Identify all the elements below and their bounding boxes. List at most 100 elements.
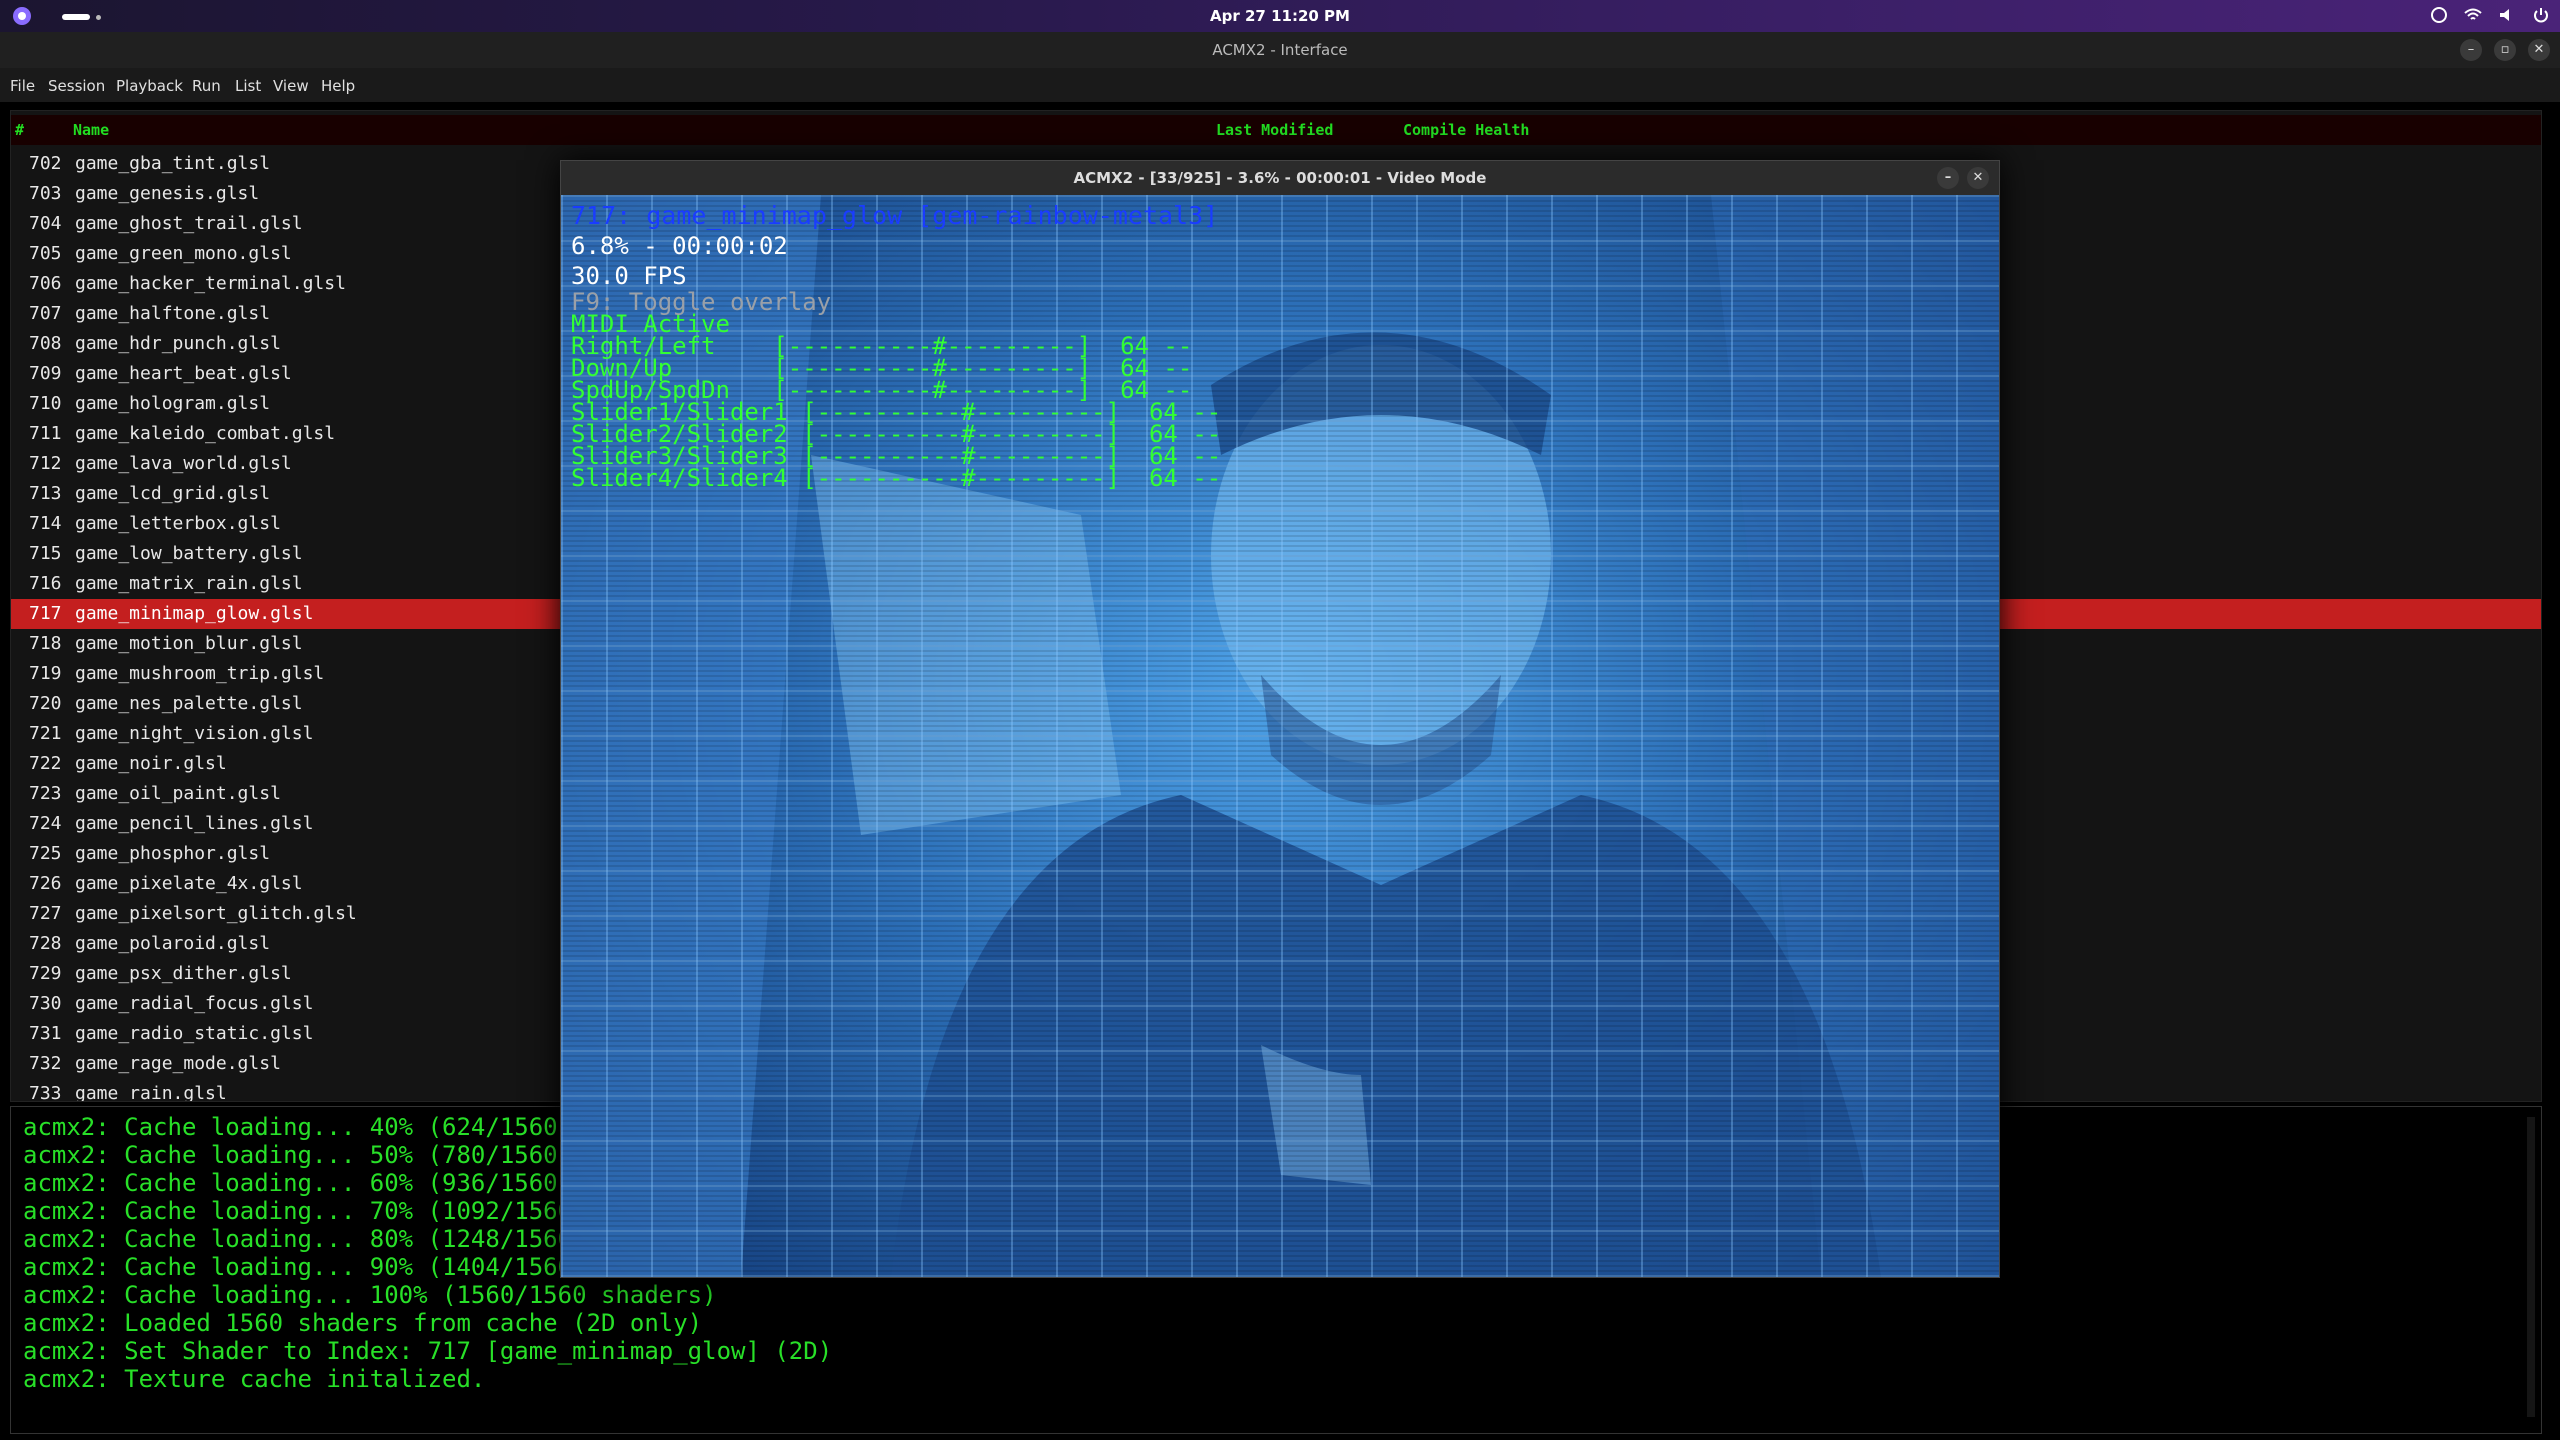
- row-number: 710: [29, 393, 62, 414]
- hud-overlay: 717: game_minimap_glow [gem-rainbow-meta…: [571, 201, 1222, 492]
- console-line: acmx2: Cache loading... 100% (1560/1560 …: [23, 1281, 717, 1309]
- menu-view[interactable]: View: [273, 77, 309, 95]
- console-line: acmx2: Cache loading... 50% (780/1560: [23, 1141, 558, 1169]
- console-line: acmx2: Set Shader to Index: 717 [game_mi…: [23, 1337, 833, 1365]
- row-shader-name: game_pixelate_4x.glsl: [75, 873, 303, 894]
- overlay-midi-control: Slider4/Slider4 [----------#---------] 6…: [571, 464, 1222, 492]
- row-number: 715: [29, 543, 62, 564]
- console-line: acmx2: Loaded 1560 shaders from cache (2…: [23, 1309, 703, 1337]
- menu-playback[interactable]: Playback: [116, 77, 183, 95]
- row-number: 706: [29, 273, 62, 294]
- row-shader-name: game_oil_paint.glsl: [75, 783, 281, 804]
- power-icon[interactable]: [2532, 6, 2550, 24]
- wifi-icon[interactable]: [2464, 6, 2482, 24]
- row-shader-name: game_radial_focus.glsl: [75, 993, 314, 1014]
- volume-icon[interactable]: [2498, 6, 2516, 24]
- row-number: 733: [29, 1083, 62, 1102]
- row-number: 732: [29, 1053, 62, 1074]
- row-shader-name: game_rage_mode.glsl: [75, 1053, 281, 1074]
- menu-file[interactable]: File: [10, 77, 35, 95]
- row-shader-name: game_polaroid.glsl: [75, 933, 271, 954]
- menu-run[interactable]: Run: [192, 77, 221, 95]
- overlay-fps: 30.0 FPS: [571, 262, 687, 290]
- row-number: 708: [29, 333, 62, 354]
- row-shader-name: game_green_mono.glsl: [75, 243, 292, 264]
- window-titlebar[interactable]: ACMX2 - Interface – ▫ ✕: [0, 32, 2560, 68]
- close-button[interactable]: ✕: [2528, 39, 2550, 61]
- row-shader-name: game_pixelsort_glitch.glsl: [75, 903, 357, 924]
- video-feed: 717: game_minimap_glow [gem-rainbow-meta…: [561, 195, 1999, 1277]
- steam-icon[interactable]: [2430, 6, 2448, 24]
- row-number: 713: [29, 483, 62, 504]
- row-number: 718: [29, 633, 62, 654]
- row-number: 704: [29, 213, 62, 234]
- row-shader-name: game_pencil_lines.glsl: [75, 813, 314, 834]
- row-number: 716: [29, 573, 62, 594]
- clock[interactable]: Apr 27 11:20 PM: [0, 7, 2560, 25]
- maximize-button[interactable]: ▫: [2494, 39, 2516, 61]
- row-shader-name: game_mushroom_trip.glsl: [75, 663, 325, 684]
- column-number[interactable]: #: [15, 121, 24, 139]
- row-shader-name: game_phosphor.glsl: [75, 843, 271, 864]
- row-shader-name: game_letterbox.glsl: [75, 513, 281, 534]
- system-top-bar: Apr 27 11:20 PM: [0, 0, 2560, 32]
- row-shader-name: game_psx_dither.glsl: [75, 963, 292, 984]
- minimize-button[interactable]: –: [2460, 39, 2482, 61]
- video-window-titlebar[interactable]: ACMX2 - [33/925] - 3.6% - 00:00:01 - Vid…: [561, 161, 1999, 195]
- console-line: acmx2: Cache loading... 40% (624/1560: [23, 1113, 558, 1141]
- row-number: 707: [29, 303, 62, 324]
- row-number: 712: [29, 453, 62, 474]
- console-line: acmx2: Texture cache initalized.: [23, 1365, 486, 1393]
- row-number: 728: [29, 933, 62, 954]
- console-line: acmx2: Cache loading... 70% (1092/1560: [23, 1197, 573, 1225]
- row-shader-name: game_noir.glsl: [75, 753, 227, 774]
- menu-bar: File Session Playback Run List View Help: [0, 68, 2560, 102]
- video-close-button[interactable]: ✕: [1967, 167, 1989, 189]
- row-number: 730: [29, 993, 62, 1014]
- window-title: ACMX2 - Interface: [1212, 41, 1348, 59]
- row-number: 727: [29, 903, 62, 924]
- row-shader-name: game_rain.glsl: [75, 1083, 227, 1102]
- row-shader-name: game_kaleido_combat.glsl: [75, 423, 336, 444]
- row-number: 729: [29, 963, 62, 984]
- column-name[interactable]: Name: [73, 121, 109, 139]
- row-shader-name: game_hacker_terminal.glsl: [75, 273, 346, 294]
- row-shader-name: game_minimap_glow.glsl: [75, 603, 314, 624]
- console-line: acmx2: Cache loading... 80% (1248/1560: [23, 1225, 573, 1253]
- row-shader-name: game_night_vision.glsl: [75, 723, 314, 744]
- video-minimize-button[interactable]: –: [1937, 167, 1959, 189]
- row-number: 725: [29, 843, 62, 864]
- overlay-shader-title: 717: game_minimap_glow [gem-rainbow-meta…: [571, 201, 1219, 230]
- row-number: 724: [29, 813, 62, 834]
- menu-session[interactable]: Session: [48, 77, 105, 95]
- column-compile-health[interactable]: Compile Health: [1403, 121, 1529, 139]
- row-shader-name: game_hologram.glsl: [75, 393, 271, 414]
- row-number: 709: [29, 363, 62, 384]
- row-shader-name: game_gba_tint.glsl: [75, 153, 271, 174]
- row-shader-name: game_ghost_trail.glsl: [75, 213, 303, 234]
- row-number: 703: [29, 183, 62, 204]
- console-scrollbar[interactable]: [2527, 1117, 2535, 1417]
- row-number: 711: [29, 423, 62, 444]
- menu-list[interactable]: List: [235, 77, 261, 95]
- row-number: 720: [29, 693, 62, 714]
- row-number: 726: [29, 873, 62, 894]
- row-number: 723: [29, 783, 62, 804]
- row-number: 705: [29, 243, 62, 264]
- row-number: 731: [29, 1023, 62, 1044]
- row-shader-name: game_motion_blur.glsl: [75, 633, 303, 654]
- row-shader-name: game_lcd_grid.glsl: [75, 483, 271, 504]
- row-number: 702: [29, 153, 62, 174]
- video-mode-window[interactable]: ACMX2 - [33/925] - 3.6% - 00:00:01 - Vid…: [560, 160, 2000, 1278]
- row-number: 722: [29, 753, 62, 774]
- row-shader-name: game_halftone.glsl: [75, 303, 271, 324]
- menu-help[interactable]: Help: [321, 77, 355, 95]
- console-line: acmx2: Cache loading... 60% (936/1560: [23, 1169, 558, 1197]
- row-number: 717: [29, 603, 62, 624]
- row-shader-name: game_lava_world.glsl: [75, 453, 292, 474]
- row-number: 721: [29, 723, 62, 744]
- column-last-modified[interactable]: Last Modified: [1216, 121, 1333, 139]
- overlay-progress: 6.8% - 00:00:02: [571, 232, 788, 260]
- row-shader-name: game_heart_beat.glsl: [75, 363, 292, 384]
- row-number: 719: [29, 663, 62, 684]
